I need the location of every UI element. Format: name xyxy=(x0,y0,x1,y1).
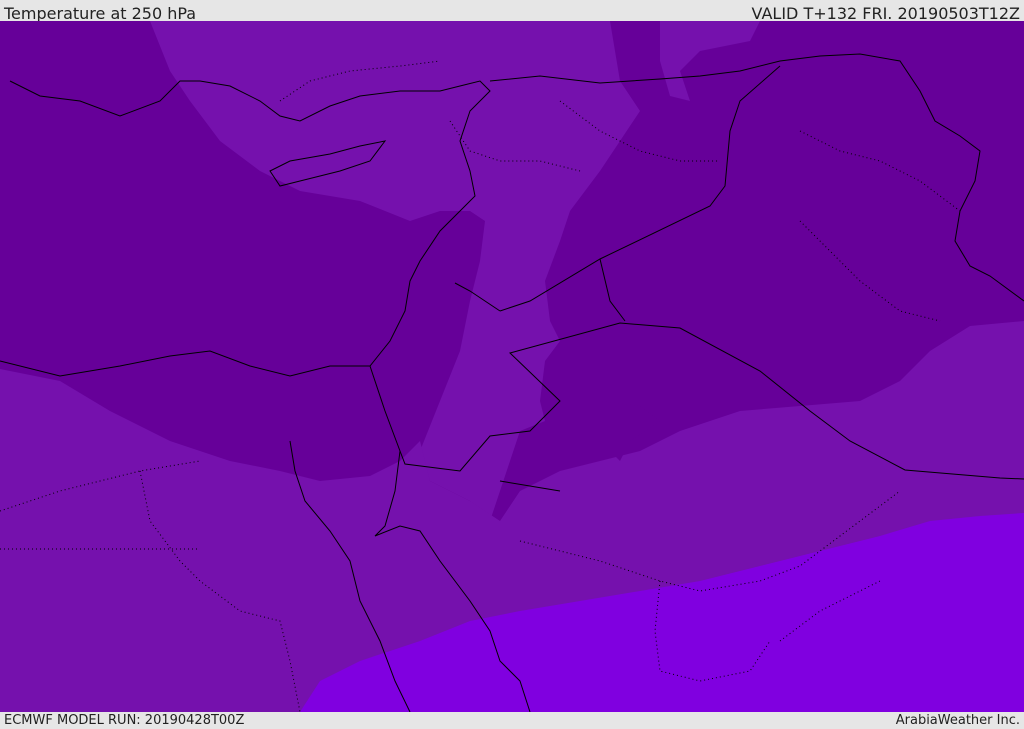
map-canvas xyxy=(0,21,1024,712)
credit-label: ArabiaWeather Inc. xyxy=(895,713,1020,728)
header-bar: Temperature at 250 hPa VALID T+132 FRI. … xyxy=(0,0,1024,23)
footer-bar: ECMWF MODEL RUN: 20190428T00Z ArabiaWeat… xyxy=(0,712,1024,729)
model-run-label: ECMWF MODEL RUN: 20190428T00Z xyxy=(4,713,245,728)
temperature-map[interactable] xyxy=(0,21,1024,712)
